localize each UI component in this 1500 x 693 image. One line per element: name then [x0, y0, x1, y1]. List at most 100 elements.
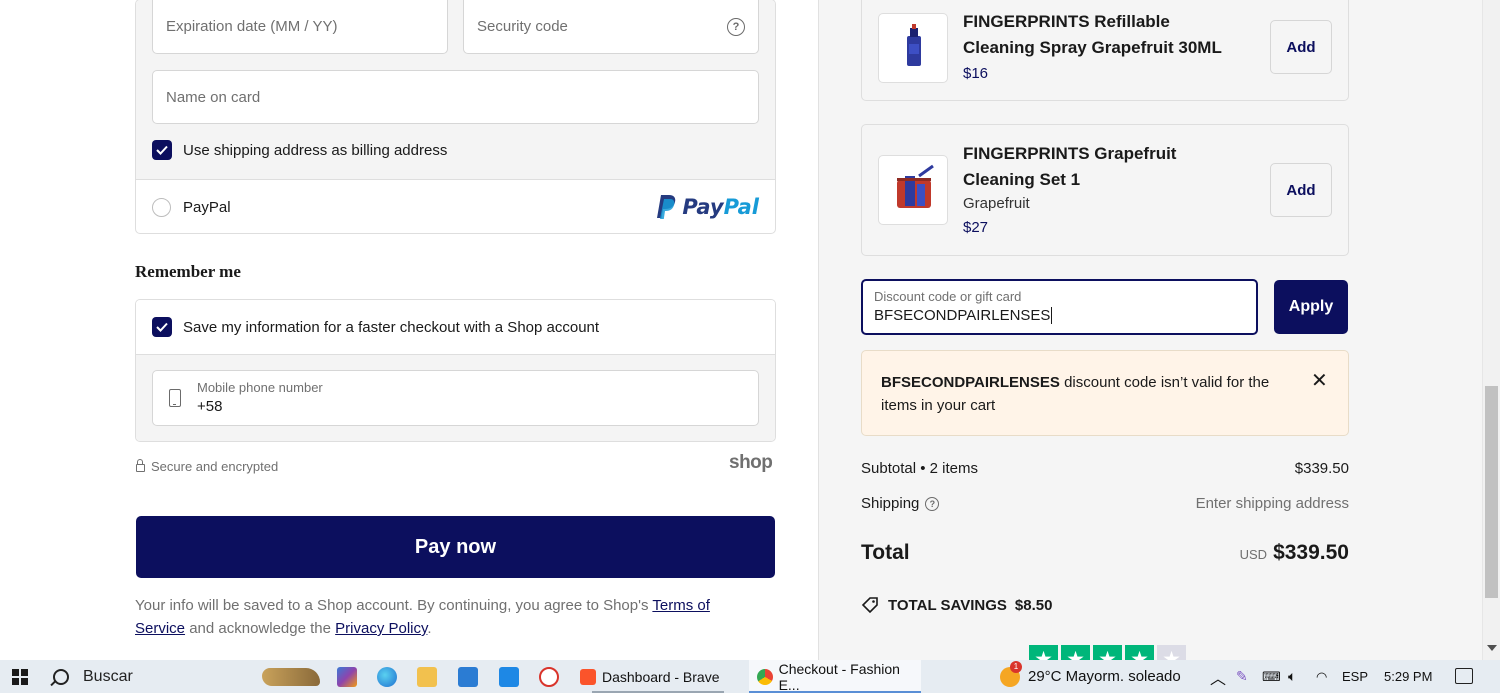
taskbar-app-chrome-label: Checkout - Fashion E... — [778, 660, 900, 693]
add-product-button[interactable]: Add — [1270, 163, 1332, 217]
paypal-option[interactable]: PayPal Pay Pal — [136, 180, 775, 233]
subtotal-row: Subtotal • 2 items $339.50 — [861, 460, 1349, 477]
trustpilot-rating: ★ ★ ★ ★ ★ — [1029, 645, 1189, 660]
privacy-link[interactable]: Privacy Policy — [335, 620, 427, 637]
mobile-phone-label: Mobile phone number — [197, 380, 323, 395]
taskbar-search-placeholder: Buscar — [83, 667, 133, 685]
cleaning-set-icon — [897, 164, 934, 208]
weather-badge: 1 — [1010, 660, 1022, 673]
phone-area: Mobile phone number +58 — [136, 355, 775, 441]
ime-icon[interactable]: ⌨ — [1262, 660, 1281, 693]
total-value: $339.50 — [1273, 541, 1349, 564]
scrollbar-thumb[interactable] — [1485, 386, 1498, 598]
clock[interactable]: 5:29 PM — [1384, 660, 1432, 693]
taskbar-app-brave-label: Dashboard - Brave — [602, 668, 720, 685]
subtotal-label: Subtotal • 2 items — [861, 460, 978, 477]
billing-address-option[interactable]: Use shipping address as billing address — [152, 140, 447, 160]
network-icon[interactable]: ◠ — [1316, 660, 1327, 693]
expiration-date-placeholder: Expiration date (MM / YY) — [166, 18, 338, 35]
name-on-card-field[interactable]: Name on card — [152, 70, 759, 124]
windows-start-icon[interactable] — [12, 669, 28, 685]
paypal-mark-icon — [657, 195, 676, 219]
pay-now-button[interactable]: Pay now — [136, 516, 775, 578]
discount-code-label: Discount code or gift card — [874, 289, 1022, 304]
billing-checkbox[interactable] — [152, 140, 172, 160]
payment-methods: Expiration date (MM / YY) Security code … — [135, 0, 776, 234]
terms-middle: and acknowledge the — [185, 620, 336, 637]
secure-text: Secure and encrypted — [151, 459, 279, 474]
app-icon[interactable] — [539, 667, 559, 687]
pen-icon[interactable]: ✎ — [1236, 660, 1248, 693]
billing-checkbox-label: Use shipping address as billing address — [183, 141, 448, 159]
help-icon[interactable]: ? — [727, 17, 745, 36]
shipping-value: Enter shipping address — [1195, 495, 1349, 512]
product-name: FINGERPRINTS Refillable Cleaning Spray G… — [963, 12, 1222, 57]
notifications-icon[interactable] — [1455, 668, 1473, 684]
shop-logo: shop — [729, 452, 773, 473]
store-icon[interactable] — [458, 667, 478, 687]
search-highlight-image — [262, 668, 320, 686]
terms-prefix: Your info will be saved to a Shop accoun… — [135, 597, 653, 614]
lock-icon — [136, 459, 145, 472]
language-indicator[interactable]: ESP — [1342, 660, 1368, 693]
remember-me-heading: Remember me — [135, 262, 241, 281]
add-product-button[interactable]: Add — [1270, 20, 1332, 74]
paypal-logo-text-1: Pay — [682, 195, 724, 219]
scrollbar[interactable] — [1482, 0, 1500, 660]
total-row: Total USD $339.50 — [861, 541, 1349, 565]
discount-code-input[interactable]: Discount code or gift card BFSECONDPAIRL… — [861, 279, 1258, 335]
product-name: FINGERPRINTS Grapefruit Cleaning Set 1 — [963, 144, 1177, 189]
savings-value: $8.50 — [1014, 596, 1053, 614]
total-amount: USD $339.50 — [1240, 541, 1349, 565]
discount-error-code: BFSECONDPAIRLENSES — [881, 374, 1060, 391]
credit-card-form: Expiration date (MM / YY) Security code … — [136, 0, 775, 180]
brave-icon — [580, 668, 596, 685]
discount-error-text: BFSECONDPAIRLENSES discount code isn’t v… — [881, 371, 1291, 417]
spray-bottle-icon — [907, 24, 921, 66]
weather-widget[interactable]: 1 29°C Mayorm. soleado — [1000, 660, 1181, 693]
mobile-phone-value: +58 — [197, 398, 223, 415]
mail-icon[interactable] — [499, 667, 519, 687]
discount-error-alert: BFSECONDPAIRLENSES discount code isn’t v… — [861, 350, 1349, 436]
paypal-logo: Pay Pal — [655, 194, 759, 220]
save-info-option[interactable]: Save my information for a faster checkou… — [136, 300, 775, 355]
copilot-icon[interactable] — [337, 667, 357, 687]
taskbar-app-chrome[interactable]: Checkout - Fashion E... — [749, 660, 921, 693]
close-icon[interactable]: ✕ — [1311, 371, 1328, 391]
file-explorer-icon[interactable] — [417, 667, 437, 687]
show-hidden-icons-chevron-icon[interactable]: ︿ — [1210, 660, 1226, 693]
shipping-label: Shipping — [861, 495, 920, 512]
security-code-placeholder: Security code — [477, 18, 568, 35]
paypal-radio[interactable] — [152, 197, 171, 217]
volume-icon[interactable]: 🔈︎ — [1288, 660, 1296, 693]
taskbar-app-brave[interactable]: Dashboard - Brave — [572, 660, 744, 693]
edge-icon[interactable] — [377, 667, 397, 687]
name-on-card-placeholder: Name on card — [166, 88, 261, 106]
currency-code: USD — [1239, 547, 1268, 562]
shop-account-block: Save my information for a faster checkou… — [135, 299, 776, 442]
upsell-product: FINGERPRINTS Refillable Cleaning Spray G… — [861, 0, 1349, 101]
shipping-row: Shipping? Enter shipping address — [861, 495, 1349, 512]
paypal-logo-text-2: Pal — [723, 195, 759, 219]
discount-tag-icon — [861, 597, 878, 614]
product-price: $16 — [963, 65, 989, 82]
apply-discount-button[interactable]: Apply — [1274, 280, 1348, 334]
subtotal-value: $339.50 — [1294, 460, 1349, 477]
checkmark-icon — [156, 145, 168, 155]
star-icon: ★ — [1029, 645, 1058, 660]
savings-label: TOTAL SAVINGS — [888, 596, 1007, 614]
weather-sun-icon: 1 — [1000, 660, 1022, 687]
save-info-checkbox[interactable] — [152, 317, 172, 337]
security-code-field[interactable]: Security code ? — [463, 0, 759, 54]
star-icon: ★ — [1125, 645, 1154, 660]
expiration-date-field[interactable]: Expiration date (MM / YY) — [152, 0, 448, 54]
discount-code-value: BFSECONDPAIRLENSES — [874, 307, 1053, 324]
chrome-icon — [757, 668, 773, 685]
help-icon[interactable]: ? — [925, 497, 940, 512]
order-summary: FINGERPRINTS Refillable Cleaning Spray G… — [818, 0, 1482, 660]
total-savings: TOTAL SAVINGS $8.50 — [861, 596, 1052, 614]
phone-icon — [169, 389, 181, 407]
mobile-phone-field[interactable]: Mobile phone number +58 — [152, 370, 759, 426]
scroll-down-arrow-icon[interactable] — [1487, 645, 1497, 651]
star-icon: ★ — [1157, 645, 1186, 660]
